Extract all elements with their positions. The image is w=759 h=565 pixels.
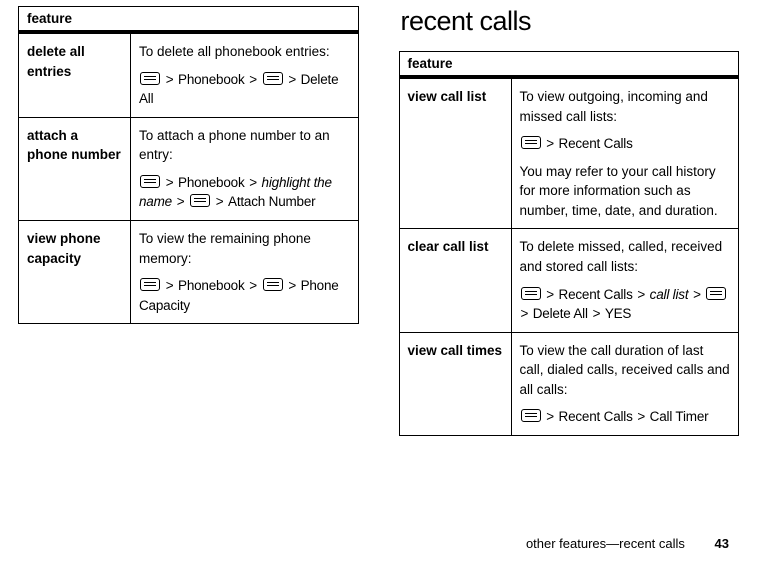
menu-icon <box>140 175 160 188</box>
path-separator: > <box>545 136 558 151</box>
path-separator: > <box>636 287 649 302</box>
table-header: feature <box>19 7 359 33</box>
path-separator: > <box>636 409 649 424</box>
path-separator: > <box>176 194 189 209</box>
path-token: Attach Number <box>228 194 315 209</box>
recent-calls-feature-table: feature view call list To view outgoing,… <box>399 51 740 436</box>
feature-desc: To delete all phonebook entries: > Phone… <box>131 32 359 117</box>
feature-name: clear call list <box>399 229 511 332</box>
right-column: recent calls feature view call list To v… <box>399 6 740 436</box>
path-token: Phonebook <box>178 175 245 190</box>
footer-text: other features—recent calls <box>526 536 685 551</box>
feature-desc: To delete missed, called, received and s… <box>511 229 739 332</box>
nav-path: > Phonebook > highlight the name > > Att… <box>139 173 350 212</box>
menu-icon <box>521 136 541 149</box>
path-token: Phonebook <box>178 72 245 87</box>
menu-icon <box>263 278 283 291</box>
path-separator: > <box>545 409 558 424</box>
path-separator: > <box>287 72 300 87</box>
nav-path: > Phonebook > > Delete All <box>139 70 350 109</box>
desc-text: To view the call duration of last call, … <box>520 343 730 397</box>
table-row: view call list To view outgoing, incomin… <box>399 77 739 229</box>
section-title: recent calls <box>401 6 740 37</box>
path-token: Recent Calls <box>559 136 633 151</box>
path-token: Delete All <box>533 306 588 321</box>
page-number: 43 <box>715 536 729 551</box>
table-row: delete all entries To delete all phonebo… <box>19 32 359 117</box>
path-token: Recent Calls <box>559 409 633 424</box>
nav-path: > Recent Calls <box>520 134 731 154</box>
path-separator: > <box>545 287 558 302</box>
nav-path: > Recent Calls > call list > > Delete Al… <box>520 285 731 324</box>
menu-icon <box>521 409 541 422</box>
path-token: Call Timer <box>650 409 709 424</box>
menu-icon <box>190 194 210 207</box>
path-separator: > <box>692 287 705 302</box>
desc-text: To view outgoing, incoming and missed ca… <box>520 89 708 124</box>
feature-desc: To view the remaining phone memory: > Ph… <box>131 220 359 323</box>
table-row: view call times To view the call duratio… <box>399 332 739 435</box>
desc-text: To delete all phonebook entries: <box>139 44 330 59</box>
path-separator: > <box>165 278 178 293</box>
path-token: call list <box>650 287 689 302</box>
menu-icon <box>140 278 160 291</box>
nav-path: > Phonebook > > Phone Capacity <box>139 276 350 315</box>
path-separator: > <box>248 72 261 87</box>
feature-name: view phone capacity <box>19 220 131 323</box>
left-column: feature delete all entries To delete all… <box>18 6 359 436</box>
path-token: YES <box>605 306 631 321</box>
feature-desc: To view the call duration of last call, … <box>511 332 739 435</box>
table-row: attach a phone number To attach a phone … <box>19 117 359 220</box>
feature-desc: To view outgoing, incoming and missed ca… <box>511 77 739 229</box>
menu-icon <box>521 287 541 300</box>
path-token: Recent Calls <box>559 287 633 302</box>
table-header: feature <box>399 52 739 78</box>
nav-path: > Recent Calls > Call Timer <box>520 407 731 427</box>
feature-name: delete all entries <box>19 32 131 117</box>
desc-text: To attach a phone number to an entry: <box>139 128 330 163</box>
path-separator: > <box>248 278 261 293</box>
feature-name: view call times <box>399 332 511 435</box>
desc-text: To delete missed, called, received and s… <box>520 239 723 274</box>
path-separator: > <box>287 278 300 293</box>
table-row: clear call list To delete missed, called… <box>399 229 739 332</box>
feature-name: view call list <box>399 77 511 229</box>
feature-desc: To attach a phone number to an entry: > … <box>131 117 359 220</box>
page-footer: other features—recent calls 43 <box>526 536 729 551</box>
path-separator: > <box>248 175 261 190</box>
path-separator: > <box>165 175 178 190</box>
path-separator: > <box>520 306 533 321</box>
path-separator: > <box>165 72 178 87</box>
menu-icon <box>140 72 160 85</box>
path-separator: > <box>215 194 228 209</box>
menu-icon <box>263 72 283 85</box>
path-token: Phonebook <box>178 278 245 293</box>
table-row: view phone capacity To view the remainin… <box>19 220 359 323</box>
desc-extra: You may refer to your call history for m… <box>520 162 731 221</box>
feature-name: attach a phone number <box>19 117 131 220</box>
desc-text: To view the remaining phone memory: <box>139 231 311 266</box>
menu-icon <box>706 287 726 300</box>
phonebook-feature-table: feature delete all entries To delete all… <box>18 6 359 324</box>
path-separator: > <box>592 306 605 321</box>
